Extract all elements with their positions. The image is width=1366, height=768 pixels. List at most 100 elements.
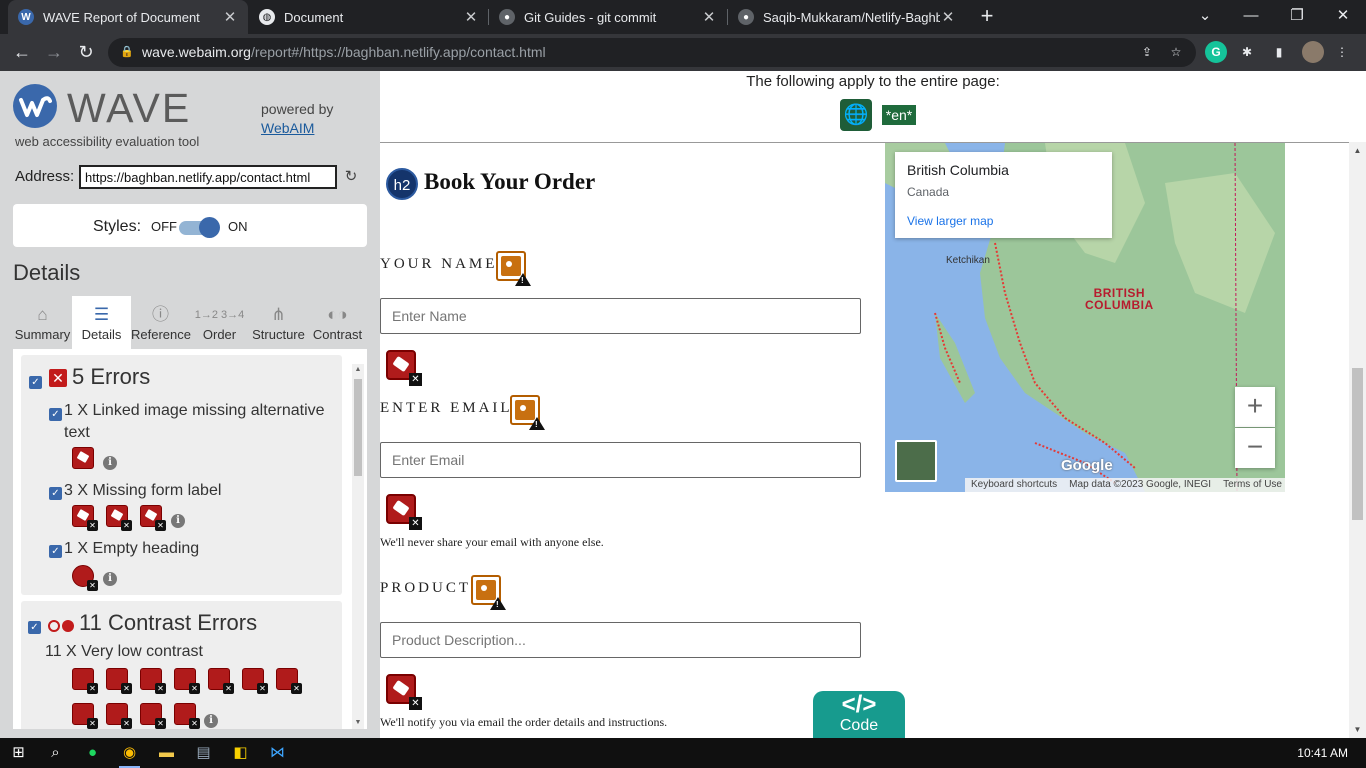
- profile-avatar[interactable]: [1302, 41, 1324, 63]
- grammarly-icon[interactable]: G: [1205, 41, 1227, 63]
- forward-arrow-icon[interactable]: →: [41, 39, 67, 65]
- missing-label-error-icon[interactable]: ✕: [140, 505, 166, 531]
- extensions-puzzle-icon[interactable]: ✱: [1236, 41, 1258, 63]
- chrome-icon[interactable]: ◉: [111, 738, 148, 768]
- webaim-link[interactable]: WebAIM: [261, 120, 314, 136]
- scroll-up-arrow-icon[interactable]: ▲: [352, 364, 364, 376]
- new-tab-button[interactable]: +: [975, 4, 999, 30]
- globe-language-icon[interactable]: 🌐: [840, 99, 872, 131]
- errors-checkbox[interactable]: ✓: [29, 376, 42, 389]
- item-checkbox[interactable]: ✓: [49, 487, 62, 500]
- close-tab-icon[interactable]: ✕: [940, 8, 956, 26]
- search-icon[interactable]: ⌕: [37, 738, 74, 768]
- contrast-error-icon[interactable]: ✕: [208, 668, 234, 694]
- system-clock[interactable]: 10:41 AM: [1297, 738, 1348, 768]
- missing-label-error-icon[interactable]: ✕: [72, 505, 98, 531]
- scroll-down-arrow-icon[interactable]: ▼: [352, 717, 364, 729]
- contrast-error-icon[interactable]: ✕: [140, 668, 166, 694]
- windows-start-icon[interactable]: ⊞: [0, 738, 37, 768]
- scroll-up-arrow-icon[interactable]: ▲: [1349, 142, 1366, 159]
- side-panel-icon[interactable]: ▮: [1268, 41, 1290, 63]
- orphaned-label-alert-icon[interactable]: [510, 395, 545, 430]
- terms-of-use-link[interactable]: Terms of Use: [1217, 479, 1285, 490]
- view-larger-map-link[interactable]: View larger map: [907, 214, 993, 228]
- contrast-error-icon[interactable]: ✕: [72, 668, 98, 694]
- embedded-map[interactable]: Ketchikan BRITISH COLUMBIA British Columb…: [885, 143, 1285, 492]
- keyboard-shortcuts-link[interactable]: Keyboard shortcuts: [965, 479, 1063, 490]
- notepad-icon[interactable]: ▤: [185, 738, 222, 768]
- refresh-icon[interactable]: ↻: [339, 165, 363, 189]
- scroll-down-arrow-icon[interactable]: ▼: [1349, 721, 1366, 738]
- contrast-error-icon[interactable]: ✕: [106, 668, 132, 694]
- info-icon[interactable]: i: [103, 456, 117, 470]
- menu-kebab-icon[interactable]: ⋮: [1331, 41, 1353, 63]
- contrast-error-icon[interactable]: ✕: [242, 668, 268, 694]
- contrast-checkbox[interactable]: ✓: [28, 621, 41, 634]
- item-checkbox[interactable]: ✓: [49, 408, 62, 421]
- info-icon[interactable]: i: [171, 514, 185, 528]
- styles-toggle[interactable]: [179, 217, 220, 238]
- tab-wave-report[interactable]: W WAVE Report of Document ✕: [8, 0, 248, 34]
- tab-search-chevron-icon[interactable]: ⌄: [1182, 0, 1228, 34]
- scroll-thumb[interactable]: [1352, 368, 1363, 520]
- tab-summary[interactable]: ⌂ Summary: [13, 296, 72, 349]
- share-icon[interactable]: ⇪: [1136, 41, 1158, 63]
- tab-github-repo[interactable]: ● Saqib-Mukkaram/Netlify-Baghban ✕: [728, 0, 966, 34]
- minimize-button[interactable]: —: [1228, 0, 1274, 34]
- file-explorer-icon[interactable]: ▬: [148, 738, 185, 768]
- close-window-button[interactable]: ✕: [1320, 0, 1366, 34]
- missing-label-error-icon[interactable]: ✕: [386, 674, 422, 710]
- tab-git-guides[interactable]: ● Git Guides - git commit ✕: [489, 0, 727, 34]
- back-arrow-icon[interactable]: ←: [9, 39, 35, 65]
- close-tab-icon[interactable]: ✕: [222, 8, 238, 26]
- empty-heading-error-icon[interactable]: ✕: [72, 565, 98, 591]
- code-toggle-button[interactable]: </> Code: [813, 691, 905, 738]
- sticky-notes-icon[interactable]: ◧: [222, 738, 259, 768]
- field-label-name: YOUR NAME: [380, 256, 498, 272]
- restore-button[interactable]: ❐: [1274, 0, 1320, 34]
- orphaned-label-alert-icon[interactable]: [471, 575, 506, 610]
- wave-address-input[interactable]: [79, 165, 337, 189]
- contrast-error-icon[interactable]: ✕: [276, 668, 302, 694]
- tab-document[interactable]: ◍ Document ✕: [249, 0, 489, 34]
- tab-reference[interactable]: ⓘ Reference: [131, 296, 191, 349]
- address-bar[interactable]: 🔒 wave.webaim.org/report#/https://baghba…: [108, 38, 1196, 67]
- contrast-error-icon[interactable]: ✕: [140, 703, 166, 729]
- close-tab-icon[interactable]: ✕: [701, 8, 717, 26]
- tab-details[interactable]: ☰ Details: [72, 296, 131, 349]
- tab-structure[interactable]: ⋔ Structure: [249, 296, 308, 349]
- tab-order[interactable]: 1→2 3→4 Order: [190, 296, 249, 349]
- contrast-error-icon[interactable]: ✕: [72, 703, 98, 729]
- tab-label: Reference: [131, 327, 191, 342]
- styles-off-label: OFF: [151, 219, 177, 234]
- h2-structure-icon[interactable]: h2: [386, 168, 418, 200]
- missing-label-error-icon[interactable]: ✕: [386, 350, 422, 386]
- item-checkbox[interactable]: ✓: [49, 545, 62, 558]
- page-scrollbar[interactable]: ▲ ▼: [1349, 142, 1366, 738]
- language-badge[interactable]: *en*: [882, 105, 916, 125]
- satellite-view-toggle[interactable]: [895, 440, 937, 482]
- linked-image-error-icon[interactable]: [72, 447, 94, 469]
- sidebar-scrollbar[interactable]: ▲ ▼: [352, 364, 364, 729]
- contrast-error-icon[interactable]: ✕: [106, 703, 132, 729]
- orphaned-label-alert-icon[interactable]: [496, 251, 531, 286]
- tab-contrast[interactable]: ◐◑ Contrast: [308, 296, 367, 349]
- vscode-icon[interactable]: ⋈: [259, 738, 296, 768]
- missing-label-error-icon[interactable]: ✕: [106, 505, 132, 531]
- email-input[interactable]: [380, 442, 861, 478]
- scroll-thumb[interactable]: [354, 379, 362, 476]
- info-icon[interactable]: i: [204, 714, 218, 728]
- product-input[interactable]: [380, 622, 861, 658]
- contrast-error-icon[interactable]: ✕: [174, 668, 200, 694]
- styles-label: Styles:: [93, 218, 142, 235]
- close-tab-icon[interactable]: ✕: [463, 8, 479, 26]
- reload-icon[interactable]: ↻: [73, 39, 99, 65]
- zoom-in-button[interactable]: +: [1235, 387, 1275, 427]
- info-icon[interactable]: i: [103, 572, 117, 586]
- contrast-error-icon[interactable]: ✕: [174, 703, 200, 729]
- spotify-icon[interactable]: ●: [74, 738, 111, 768]
- name-input[interactable]: [380, 298, 861, 334]
- missing-label-error-icon[interactable]: ✕: [386, 494, 422, 530]
- zoom-out-button[interactable]: −: [1235, 428, 1275, 468]
- bookmark-star-icon[interactable]: ☆: [1165, 41, 1187, 63]
